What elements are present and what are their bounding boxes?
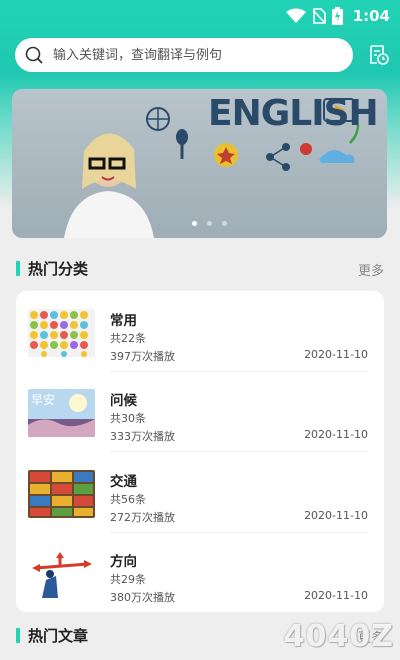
category-thumbnail [28, 309, 95, 357]
section-accent-bar [16, 628, 20, 643]
list-item[interactable]: 方向 共29条 380万次播放 2020-11-10 [28, 546, 368, 618]
category-date: 2020-11-10 [304, 428, 368, 441]
list-item[interactable]: 常用 共22条 397万次播放 2020-11-10 [28, 305, 368, 377]
category-plays: 272万次播放 [110, 511, 175, 524]
banner-title: ENGLISH [208, 93, 379, 134]
section-title: 热门分类 [28, 260, 89, 278]
category-count: 共22条 [110, 332, 146, 345]
watermark: 4040Z [283, 619, 394, 654]
banner-carousel[interactable]: ENGLISH [12, 89, 387, 238]
carousel-dot[interactable] [207, 221, 212, 226]
section-title: 热门文章 [28, 627, 89, 645]
category-name: 常用 [110, 313, 137, 329]
list-item[interactable]: 早安 问候 共30条 333万次播放 2020-11-10 [28, 385, 368, 457]
section-accent-bar [16, 261, 20, 276]
divider [110, 532, 368, 533]
category-thumbnail [28, 470, 95, 518]
search-box[interactable] [15, 38, 353, 72]
no-sim-icon [312, 8, 326, 24]
carousel-dot[interactable] [192, 221, 197, 226]
category-plays: 380万次播放 [110, 591, 175, 604]
search-row [15, 38, 390, 72]
category-date: 2020-11-10 [304, 509, 368, 522]
category-thumbnail [28, 550, 95, 598]
search-input[interactable] [51, 46, 325, 64]
category-plays: 397万次播放 [110, 350, 175, 363]
category-plays: 333万次播放 [110, 430, 175, 443]
divider [110, 371, 368, 372]
category-count: 共56条 [110, 493, 146, 506]
search-icon [25, 46, 43, 64]
list-item[interactable]: 交通 共56条 272万次播放 2020-11-10 [28, 466, 368, 538]
battery-charging-icon [331, 7, 343, 25]
carousel-dot[interactable] [222, 221, 227, 226]
carousel-dots [192, 221, 227, 226]
category-name: 方向 [110, 554, 137, 570]
status-time: 1:04 [352, 7, 390, 25]
status-bar: 1:04 [0, 0, 400, 32]
category-date: 2020-11-10 [304, 348, 368, 361]
category-list: 常用 共22条 397万次播放 2020-11-10 早安 问候 共30条 33… [16, 291, 384, 612]
more-link[interactable]: 更多 [358, 260, 384, 279]
svg-text:早安: 早安 [31, 392, 55, 407]
category-name: 交通 [110, 474, 137, 490]
category-name: 问候 [110, 393, 137, 409]
wifi-icon [285, 8, 306, 23]
hot-categories-header: 热门分类 更多 [16, 258, 384, 280]
category-date: 2020-11-10 [304, 589, 368, 602]
category-count: 共30条 [110, 412, 146, 425]
history-icon[interactable] [368, 44, 390, 66]
category-count: 共29条 [110, 573, 146, 586]
category-thumbnail: 早安 [28, 389, 95, 437]
divider [110, 451, 368, 452]
